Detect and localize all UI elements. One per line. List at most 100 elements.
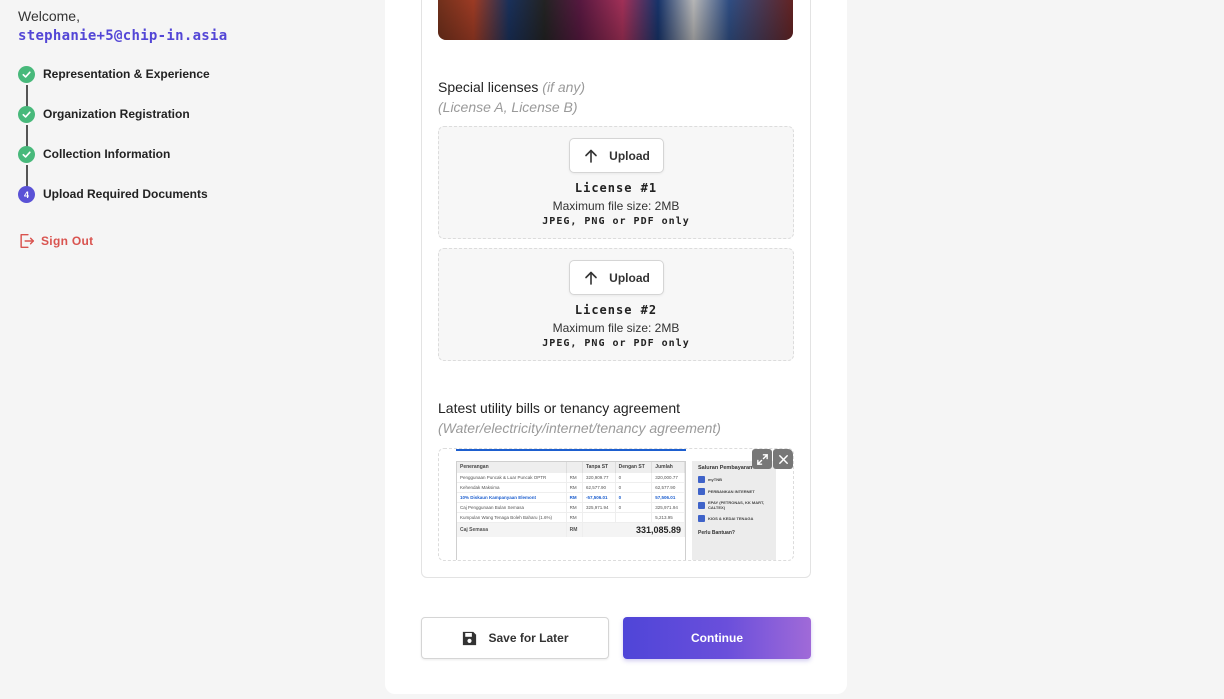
step-upload-documents[interactable]: 4 Upload Required Documents [18, 186, 210, 226]
bill-header: Jumlah [651, 462, 685, 473]
bill-cell: 325,971.94 [582, 502, 616, 513]
utility-bills-subtitle: (Water/electricity/internet/tenancy agre… [438, 420, 721, 436]
optional-hint: (if any) [542, 79, 586, 95]
allowed-file-types: JPEG, PNG or PDF only [542, 338, 690, 349]
bill-total-currency: RM [566, 522, 583, 537]
bill-cell: 0 [615, 502, 653, 513]
bill-cell [615, 512, 653, 523]
bill-cell: 62,577.90 [582, 482, 616, 493]
payment-channel: KIOS & KEDAI TENAGA [698, 515, 770, 522]
bill-cell: RM [566, 492, 583, 503]
payment-channel: PERBANKAN INTERNET [698, 488, 770, 495]
step-organization[interactable]: Organization Registration [18, 106, 210, 147]
bill-cell: 57,506.01 [651, 492, 685, 503]
check-icon [18, 146, 35, 163]
bill-image: Penerangan Tanpa ST Dengan ST Jumlah Pen… [456, 461, 686, 560]
uploaded-photo-preview [438, 0, 793, 40]
close-icon [778, 454, 788, 464]
bill-cell: 320,909.77 [582, 472, 616, 483]
allowed-file-types: JPEG, PNG or PDF only [542, 216, 690, 227]
bill-top-rule [456, 449, 686, 451]
bill-cell: Kehendak Maksima [457, 482, 567, 493]
channel-icon [698, 515, 705, 522]
utility-bills-title: Latest utility bills or tenancy agreemen… [438, 400, 681, 416]
step-label: Upload Required Documents [43, 187, 208, 201]
bill-cell: Kumpulan Wang Tenaga Boleh Baharu (1.6%) [457, 512, 567, 523]
bill-cell: -57,506.01 [582, 492, 616, 503]
bill-cell: Caj Penggunaan Bulan Semasa [457, 502, 567, 513]
license-2-dropzone[interactable]: Upload License #2 Maximum file size: 2MB… [438, 248, 794, 361]
bill-row: Kumpulan Wang Tenaga Boleh Baharu (1.6%)… [457, 512, 685, 523]
bill-row: Kehendak Maksima RM 62,577.90 0 62,577.9… [457, 482, 685, 493]
expand-button[interactable] [752, 449, 772, 469]
step-label: Organization Registration [43, 107, 190, 121]
step-connector [26, 125, 28, 147]
bill-row: 10% Diskaun Kampanyaan Elemont RM -57,50… [457, 492, 685, 503]
expand-icon [756, 453, 768, 465]
welcome-text: Welcome, [18, 8, 80, 24]
license-1-dropzone[interactable]: Upload License #1 Maximum file size: 2MB… [438, 126, 794, 239]
bill-row: Caj Penggunaan Bulan Semasa RM 325,971.9… [457, 502, 685, 513]
bill-cell: RM [566, 472, 583, 483]
special-licenses-label: Special licenses [438, 79, 539, 95]
bill-header [566, 462, 583, 473]
remove-file-button[interactable] [773, 449, 793, 469]
progress-steps: Representation & Experience Organization… [18, 66, 210, 226]
bill-cell: Penggunaan Puncak & Luar Puncak OPTR [457, 472, 567, 483]
bill-cell: 0 [615, 492, 653, 503]
payment-channel: EPAY (PETRONAS, KK MART, CALTEX) [698, 500, 770, 510]
upload-label: Upload [609, 270, 650, 285]
bill-payment-panel: Saluran Pembayaran myTNB PERBANKAN INTER… [692, 461, 776, 560]
bill-cell: 0 [615, 472, 653, 483]
bill-cell: 0 [615, 482, 653, 493]
check-icon [18, 106, 35, 123]
save-label: Save for Later [488, 631, 569, 645]
special-licenses-subtitle: (License A, License B) [438, 99, 578, 115]
bill-cell: RM [566, 512, 583, 523]
arrow-up-icon [585, 149, 597, 163]
bill-row: Penggunaan Puncak & Luar Puncak OPTR RM … [457, 472, 685, 483]
channel-icon [698, 501, 705, 509]
bill-cell: 62,577.90 [651, 482, 685, 493]
payment-help: Perlu Bantuan? [698, 530, 735, 536]
save-icon [463, 631, 477, 645]
channel-icon [698, 476, 705, 483]
special-licenses-title: Special licenses (if any) [438, 79, 585, 95]
bill-cell [582, 512, 616, 523]
step-label: Collection Information [43, 147, 171, 161]
license-name: License #1 [574, 181, 658, 195]
bill-total-row: Caj Semasa RM 331,085.89 [457, 522, 686, 537]
step-connector [26, 85, 28, 107]
max-file-size: Maximum file size: 2MB [552, 199, 680, 213]
bill-cell: RM [566, 502, 583, 513]
bill-cell: 320,000.77 [651, 472, 685, 483]
bill-cell: 5,213.95 [651, 512, 685, 523]
user-email: stephanie+5@chip-in.asia [18, 28, 228, 44]
sign-out-button[interactable]: Sign Out [18, 232, 93, 250]
channel-label: myTNB [708, 477, 723, 482]
save-for-later-button[interactable]: Save for Later [421, 617, 609, 659]
step-number-badge: 4 [18, 186, 35, 203]
step-label: Representation & Experience [43, 67, 210, 81]
license-name: License #2 [574, 303, 658, 317]
continue-label: Continue [691, 631, 743, 645]
sign-out-icon [20, 233, 35, 249]
bill-total-amount: 331,085.89 [582, 522, 686, 537]
payment-channel: myTNB [698, 476, 770, 483]
upload-button[interactable]: Upload [569, 138, 664, 173]
utility-bill-preview[interactable]: Penerangan Tanpa ST Dengan ST Jumlah Pen… [438, 448, 794, 561]
arrow-up-icon [585, 271, 597, 285]
step-connector [26, 165, 28, 187]
bill-cell: RM [566, 482, 583, 493]
bill-header: Tanpa ST [582, 462, 616, 473]
channel-icon [698, 488, 705, 495]
upload-button[interactable]: Upload [569, 260, 664, 295]
continue-button[interactable]: Continue [623, 617, 811, 659]
max-file-size: Maximum file size: 2MB [552, 321, 680, 335]
step-representation[interactable]: Representation & Experience [18, 66, 210, 107]
step-collection[interactable]: Collection Information [18, 146, 210, 187]
channel-label: EPAY (PETRONAS, KK MART, CALTEX) [708, 500, 765, 510]
sidebar: Welcome, stephanie+5@chip-in.asia Repres… [0, 0, 380, 699]
bill-header: Penerangan [457, 462, 567, 473]
check-icon [18, 66, 35, 83]
